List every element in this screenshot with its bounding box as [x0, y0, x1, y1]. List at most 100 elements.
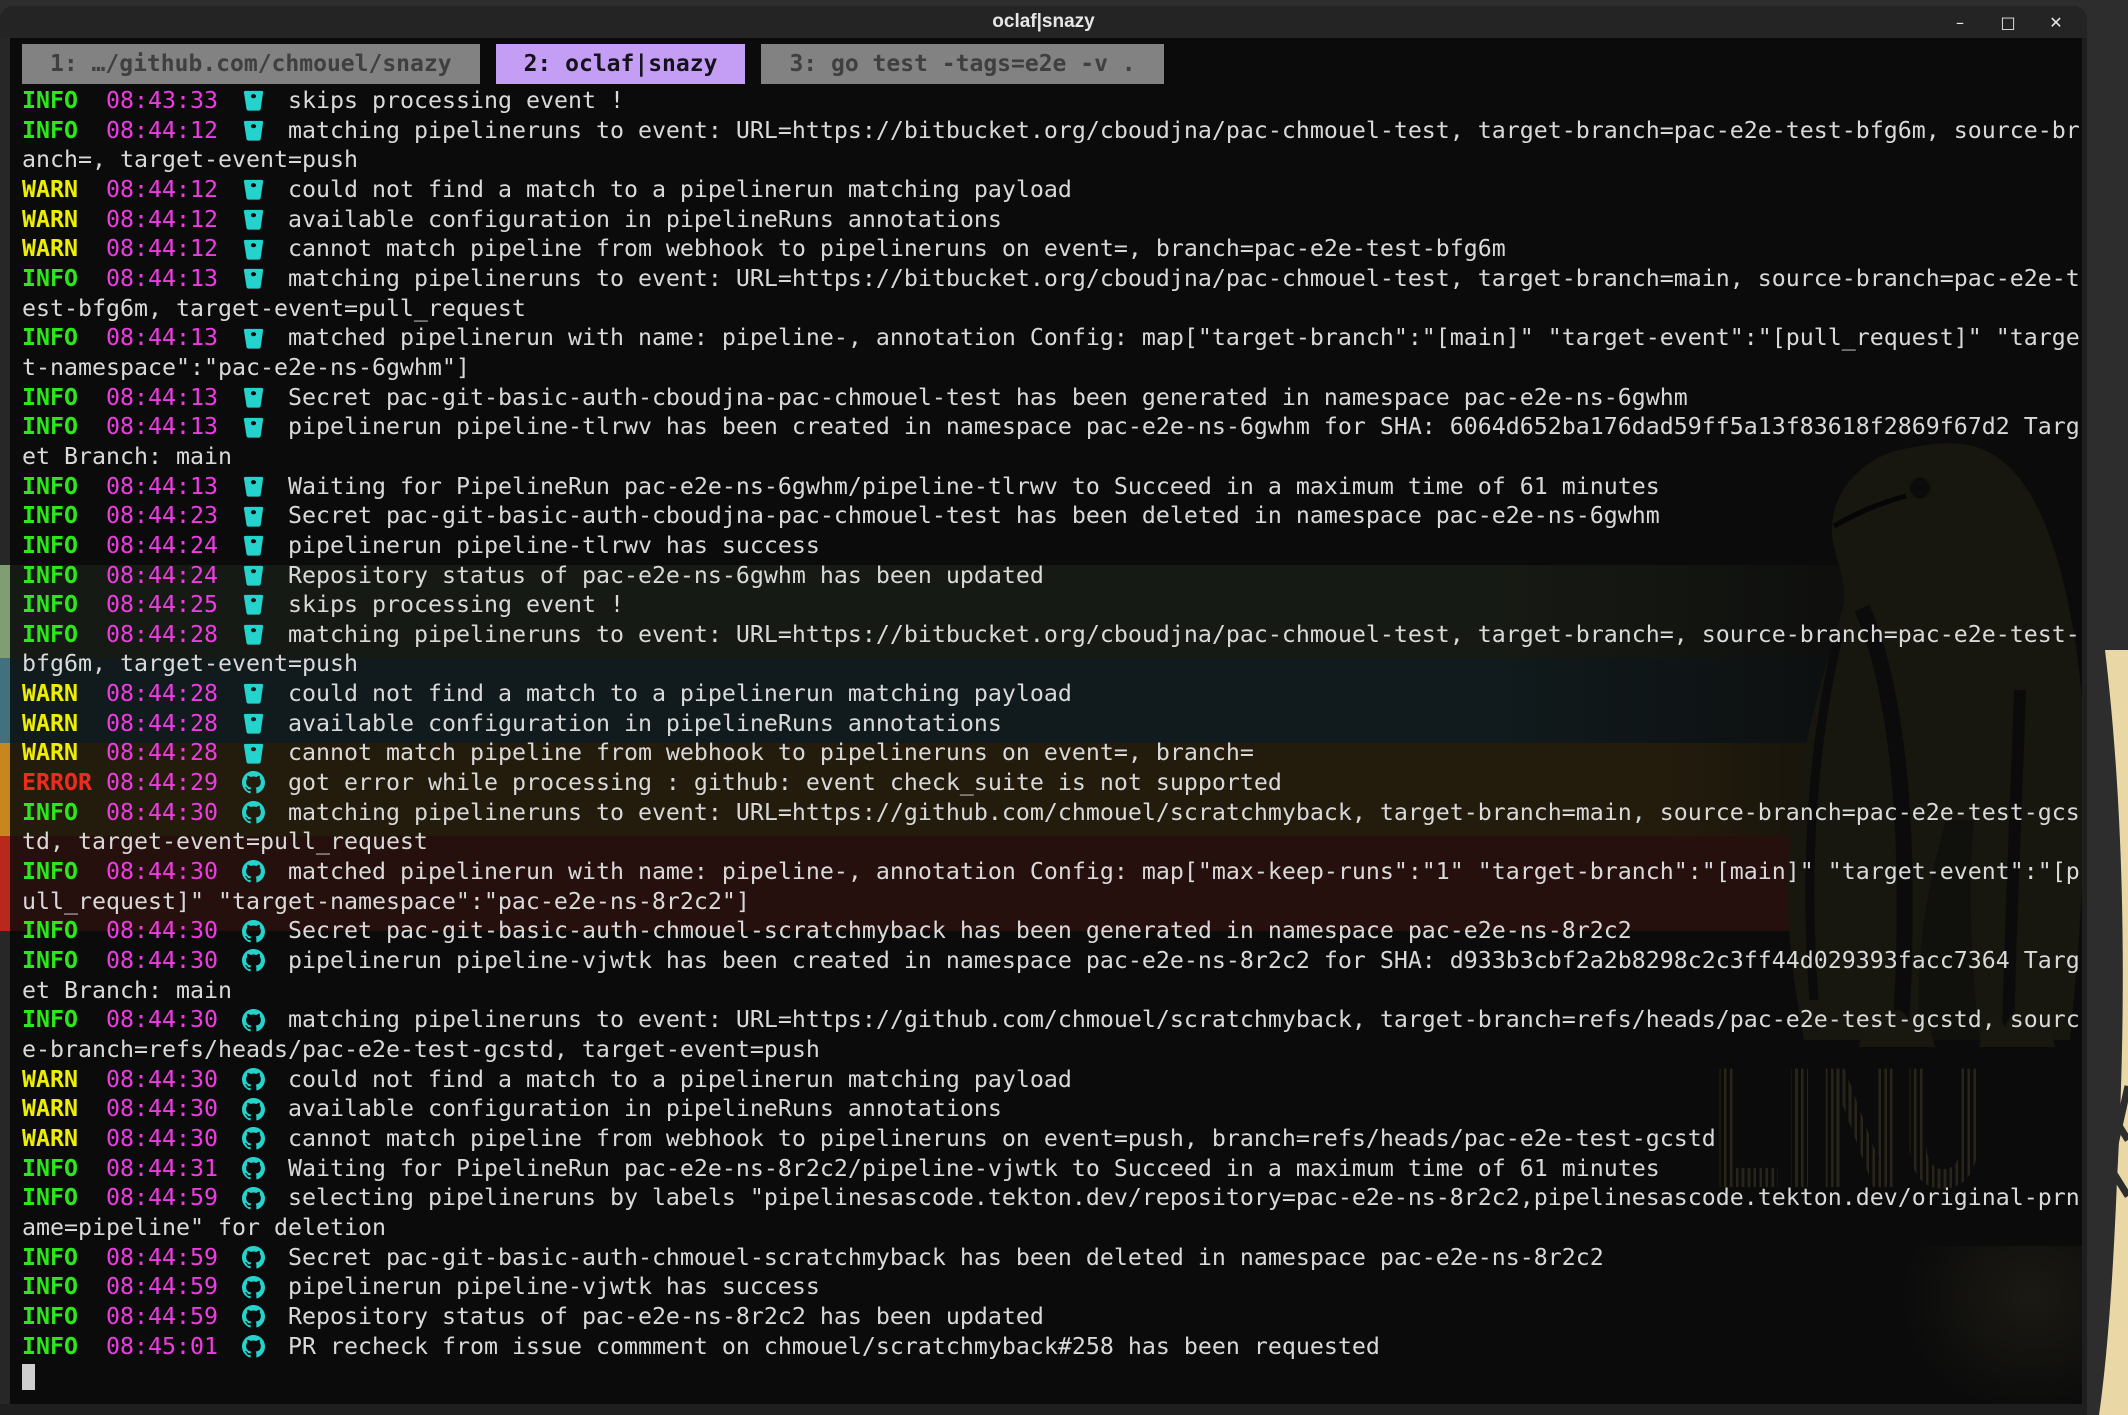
log-message: est-bfg6m, target-event=pull_request — [22, 294, 526, 324]
bitbucket-icon — [218, 89, 288, 112]
bitbucket-icon — [218, 178, 288, 201]
github-icon — [218, 920, 288, 943]
close-button[interactable]: ✕ — [2043, 9, 2069, 35]
log-level-badge: WARN — [22, 679, 106, 709]
log-message: available configuration in pipelineRuns … — [288, 205, 1002, 235]
log-message: e-branch=refs/heads/pac-e2e-test-gcstd, … — [22, 1035, 820, 1065]
log-line: WARN08:44:12 available configuration in p… — [22, 205, 2080, 235]
log-line: INFO08:44:23Secret pac-git-basic-auth-cb… — [22, 501, 2080, 531]
minimize-button[interactable]: – — [1947, 9, 1973, 35]
bitbucket-icon — [218, 712, 288, 735]
log-timestamp: 08:44:12 — [106, 205, 218, 235]
log-line: WARN08:44:12could not find a match to a … — [22, 175, 2080, 205]
terminal-screen[interactable]: INFO08:43:33skips processing event ! INFO… — [22, 86, 2080, 1391]
log-message: Waiting for PipelineRun pac-e2e-ns-6gwhm… — [288, 472, 1660, 502]
bitbucket-icon — [218, 208, 288, 231]
bitbucket-icon — [218, 386, 288, 409]
tmux-tab-3[interactable]: 3: go test -tags=e2e -v . — [761, 44, 1163, 84]
log-timestamp: 08:44:59 — [106, 1272, 218, 1302]
log-message: matching pipelineruns to event: URL=http… — [288, 798, 2080, 828]
log-line: INFO08:44:13matched pipelinerun with nam… — [22, 323, 2080, 353]
log-line: ERROR08:44:29got error while processing … — [22, 768, 2080, 798]
bitbucket-icon — [218, 119, 288, 142]
log-timestamp: 08:43:33 — [106, 86, 218, 116]
bitbucket-icon — [218, 534, 288, 557]
log-timestamp: 08:44:12 — [106, 175, 218, 205]
log-level-badge: WARN — [22, 1065, 106, 1095]
log-line: WARN08:44:28 could not find a match to a … — [22, 679, 2080, 709]
log-message: available configuration in pipelineRuns … — [288, 709, 1002, 739]
log-line: INFO08:43:33skips processing event ! — [22, 86, 2080, 116]
log-line-continuation: t-namespace":"pac-e2e-ns-6gwhm"] — [22, 353, 2080, 383]
log-level-badge: WARN — [22, 738, 106, 768]
window-controls: – □ ✕ — [1947, 6, 2069, 38]
log-timestamp: 08:44:28 — [106, 679, 218, 709]
log-line: INFO08:44:24Repository status of pac-e2e… — [22, 561, 2080, 591]
log-timestamp: 08:44:13 — [106, 412, 218, 442]
log-line: INFO08:44:13 matching pipelineruns to eve… — [22, 264, 2080, 294]
log-message: could not find a match to a pipelinerun … — [288, 679, 1072, 709]
log-line-continuation: bfg6m, target-event=push — [22, 649, 2080, 679]
log-timestamp: 08:44:24 — [106, 531, 218, 561]
log-line-continuation: et Branch: main — [22, 976, 2080, 1006]
log-line: INFO08:44:13pipelinerun pipeline-tlrwv h… — [22, 412, 2080, 442]
log-level-badge: INFO — [22, 1332, 106, 1362]
log-message: Secret pac-git-basic-auth-cboudjna-pac-c… — [288, 501, 1660, 531]
log-timestamp: 08:44:13 — [106, 383, 218, 413]
log-message: td, target-event=pull_request — [22, 827, 428, 857]
log-level-badge: INFO — [22, 531, 106, 561]
log-message: Repository status of pac-e2e-ns-8r2c2 ha… — [288, 1302, 1044, 1332]
log-level-badge: INFO — [22, 857, 106, 887]
log-message: bfg6m, target-event=push — [22, 649, 358, 679]
tmux-tab-1[interactable]: 1: …/github.com/chmouel/snazy — [22, 44, 480, 84]
log-level-badge: INFO — [22, 1243, 106, 1273]
titlebar[interactable]: oclaf|snazy – □ ✕ — [0, 6, 2087, 38]
github-icon — [218, 1098, 288, 1121]
cursor-row — [22, 1361, 2080, 1391]
bitbucket-icon — [218, 564, 288, 587]
log-timestamp: 08:44:13 — [106, 264, 218, 294]
wallpaper-art — [2087, 0, 2128, 1415]
log-level-badge: INFO — [22, 264, 106, 294]
log-level-badge: WARN — [22, 205, 106, 235]
log-timestamp: 08:44:30 — [106, 1065, 218, 1095]
log-timestamp: 08:44:29 — [106, 768, 218, 798]
log-level-badge: INFO — [22, 1302, 106, 1332]
tmux-tab-2[interactable]: 2: oclaf|snazy — [496, 44, 746, 84]
log-message: matching pipelineruns to event: URL=http… — [288, 116, 2080, 146]
log-line: INFO08:44:30matching pipelineruns to eve… — [22, 1005, 2080, 1035]
log-line: INFO08:44:30Secret pac-git-basic-auth-ch… — [22, 916, 2080, 946]
log-message: matched pipelinerun with name: pipeline-… — [288, 857, 2080, 887]
log-timestamp: 08:44:31 — [106, 1154, 218, 1184]
bitbucket-icon — [218, 593, 288, 616]
log-level-badge: INFO — [22, 798, 106, 828]
log-line: INFO08:44:25skips processing event ! — [22, 590, 2080, 620]
log-line-continuation: e-branch=refs/heads/pac-e2e-test-gcstd, … — [22, 1035, 2080, 1065]
log-timestamp: 08:44:28 — [106, 738, 218, 768]
log-line: INFO08:44:30matched pipelinerun with nam… — [22, 857, 2080, 887]
maximize-button[interactable]: □ — [1995, 9, 2021, 35]
log-message: could not find a match to a pipelinerun … — [288, 175, 1072, 205]
log-line: INFO08:44:24pipelinerun pipeline-tlrwv h… — [22, 531, 2080, 561]
log-line: INFO08:45:01PR recheck from issue commme… — [22, 1332, 2080, 1362]
log-timestamp: 08:44:30 — [106, 916, 218, 946]
log-line: INFO08:44:59Repository status of pac-e2e… — [22, 1302, 2080, 1332]
bitbucket-icon — [218, 742, 288, 765]
log-timestamp: 08:44:13 — [106, 472, 218, 502]
github-icon — [218, 801, 288, 824]
log-level-badge: INFO — [22, 1183, 106, 1213]
log-message: available configuration in pipelineRuns … — [288, 1094, 1002, 1124]
log-message: Waiting for PipelineRun pac-e2e-ns-8r2c2… — [288, 1154, 1660, 1184]
log-level-badge: ERROR — [22, 768, 106, 798]
bitbucket-icon — [218, 238, 288, 261]
log-line-continuation: est-bfg6m, target-event=pull_request — [22, 294, 2080, 324]
log-line: INFO08:44:13Waiting for PipelineRun pac-… — [22, 472, 2080, 502]
log-level-badge: INFO — [22, 561, 106, 591]
log-line-continuation: ame=pipeline" for deletion — [22, 1213, 2080, 1243]
log-line: WARN08:44:12cannot match pipeline from w… — [22, 234, 2080, 264]
log-message: matching pipelineruns to event: URL=http… — [288, 264, 2080, 294]
github-icon — [218, 1009, 288, 1032]
log-timestamp: 08:44:30 — [106, 946, 218, 976]
log-line: INFO08:44:59pipelinerun pipeline-vjwtk h… — [22, 1272, 2080, 1302]
log-message: pipelinerun pipeline-tlrwv has been crea… — [288, 412, 2080, 442]
